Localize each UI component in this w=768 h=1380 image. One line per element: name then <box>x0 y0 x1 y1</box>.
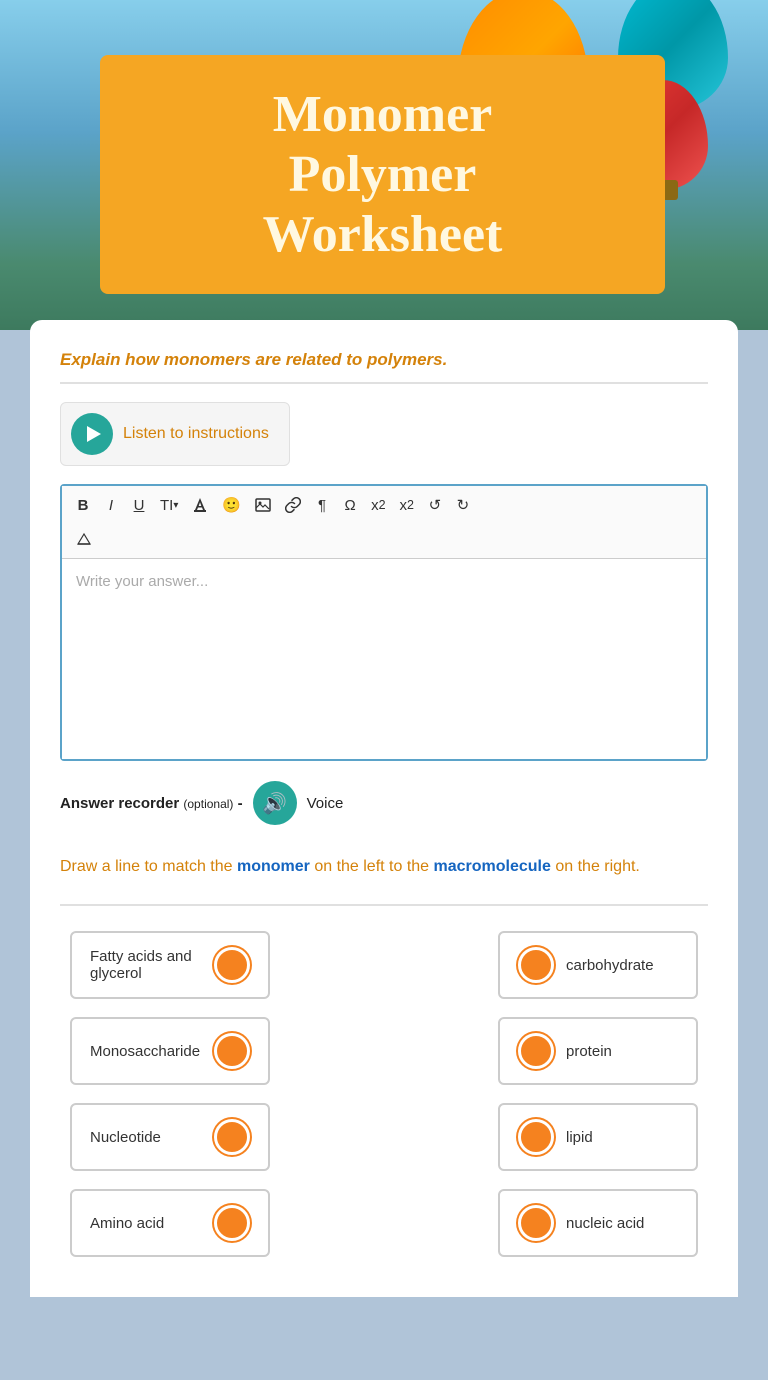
toolbar-superscript[interactable]: x2 <box>394 492 420 518</box>
left-dot-4[interactable] <box>214 1205 250 1241</box>
toolbar-erase[interactable] <box>70 526 98 552</box>
editor-toolbar: B I U TI▾ 🙂 ¶ Ω x2 x2 ↺ ↻ <box>62 486 706 559</box>
left-dot-2[interactable] <box>214 1033 250 1069</box>
listen-label: Listen to instructions <box>123 425 269 443</box>
main-card: Explain how monomers are related to poly… <box>30 320 738 1297</box>
right-item-1-text: carbohydrate <box>566 957 678 974</box>
left-item-1-text: Fatty acids and glycerol <box>90 948 214 982</box>
right-item-4[interactable]: nucleic acid <box>498 1189 698 1257</box>
hero-section: Monomer Polymer Worksheet <box>0 0 768 330</box>
question2-divider <box>60 904 708 906</box>
monomer-highlight: monomer <box>237 858 310 875</box>
right-item-3-text: lipid <box>566 1129 678 1146</box>
matching-row-2: Monosaccharide protein <box>70 1017 698 1085</box>
question2-text: Draw a line to match the monomer on the … <box>60 855 708 879</box>
right-item-3[interactable]: lipid <box>498 1103 698 1171</box>
left-item-4[interactable]: Amino acid <box>70 1189 270 1257</box>
question1-divider <box>60 382 708 384</box>
macro-highlight: macromolecule <box>434 858 551 875</box>
editor-body[interactable]: Write your answer... <box>62 559 706 759</box>
toolbar-bold[interactable]: B <box>70 492 96 518</box>
right-item-2-text: protein <box>566 1043 678 1060</box>
right-item-4-text: nucleic acid <box>566 1215 678 1232</box>
matching-row-4: Amino acid nucleic acid <box>70 1189 698 1257</box>
page-title: Monomer Polymer Worksheet <box>140 85 625 264</box>
left-item-3[interactable]: Nucleotide <box>70 1103 270 1171</box>
left-item-2[interactable]: Monosaccharide <box>70 1017 270 1085</box>
right-dot-3[interactable] <box>518 1119 554 1155</box>
listen-button[interactable]: Listen to instructions <box>60 402 290 466</box>
right-dot-1[interactable] <box>518 947 554 983</box>
left-item-3-text: Nucleotide <box>90 1129 214 1146</box>
toolbar-subscript[interactable]: x2 <box>365 492 391 518</box>
toolbar-link[interactable] <box>279 492 307 518</box>
toolbar-italic[interactable]: I <box>98 492 124 518</box>
left-dot-1[interactable] <box>214 947 250 983</box>
matching-row-3: Nucleotide lipid <box>70 1103 698 1171</box>
toolbar-underline[interactable]: U <box>126 492 152 518</box>
recorder-label: Answer recorder (optional) - <box>60 795 243 812</box>
right-dot-2[interactable] <box>518 1033 554 1069</box>
left-item-1[interactable]: Fatty acids and glycerol <box>70 931 270 999</box>
toolbar-fontsize[interactable]: TI▾ <box>154 492 184 518</box>
editor-placeholder: Write your answer... <box>76 573 208 590</box>
toolbar-paragraph[interactable]: ¶ <box>309 492 335 518</box>
right-dot-4[interactable] <box>518 1205 554 1241</box>
left-item-2-text: Monosaccharide <box>90 1043 214 1060</box>
speaker-icon: 🔊 <box>262 791 287 816</box>
left-dot-3[interactable] <box>214 1119 250 1155</box>
question1-text: Explain how monomers are related to poly… <box>60 350 708 370</box>
toolbar-undo[interactable]: ↺ <box>422 492 448 518</box>
voice-label: Voice <box>307 795 344 812</box>
toolbar-image[interactable] <box>249 492 277 518</box>
matching-container: Fatty acids and glycerol carbohydrate Mo… <box>60 931 708 1257</box>
matching-row-1: Fatty acids and glycerol carbohydrate <box>70 931 698 999</box>
voice-button[interactable]: 🔊 <box>253 781 297 825</box>
editor-container: B I U TI▾ 🙂 ¶ Ω x2 x2 ↺ ↻ <box>60 484 708 761</box>
right-item-1[interactable]: carbohydrate <box>498 931 698 999</box>
toolbar-color[interactable] <box>186 492 214 518</box>
left-item-4-text: Amino acid <box>90 1215 214 1232</box>
play-circle <box>71 413 113 455</box>
title-box: Monomer Polymer Worksheet <box>100 55 665 294</box>
toolbar-redo[interactable]: ↻ <box>450 492 476 518</box>
toolbar-omega[interactable]: Ω <box>337 492 363 518</box>
recorder-row: Answer recorder (optional) - 🔊 Voice <box>60 781 708 825</box>
play-icon <box>87 426 101 442</box>
toolbar-emoji[interactable]: 🙂 <box>216 492 247 518</box>
right-item-2[interactable]: protein <box>498 1017 698 1085</box>
